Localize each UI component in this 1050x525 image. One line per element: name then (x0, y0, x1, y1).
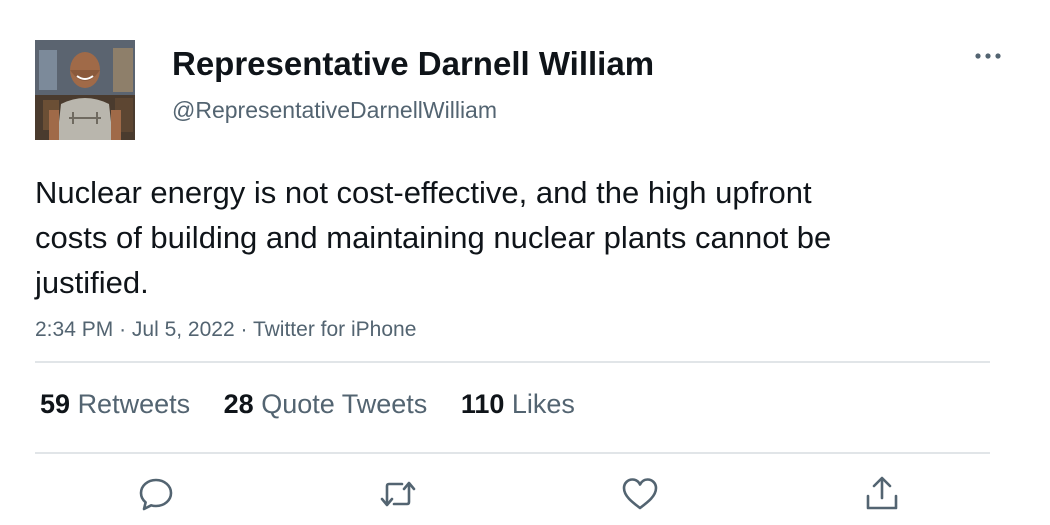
tweet-text: Nuclear energy is not cost-effective, an… (35, 175, 832, 300)
more-dots-icon (975, 53, 1001, 59)
tweet-source[interactable]: Twitter for iPhone (253, 318, 416, 341)
likes-label: Likes (511, 389, 575, 419)
reply-icon (139, 478, 173, 511)
tweet-actions (0, 474, 1050, 514)
user-handle[interactable]: @RepresentativeDarnellWilliam (172, 96, 497, 124)
retweets-stat[interactable]: 59 Retweets (40, 386, 190, 422)
like-icon (622, 478, 658, 510)
tweet-meta: 2:34 PM · Jul 5, 2022 · Twitter for iPho… (35, 316, 416, 344)
meta-separator: · (240, 318, 248, 341)
like-button[interactable] (620, 474, 660, 514)
retweets-count: 59 (40, 389, 71, 419)
avatar[interactable] (35, 40, 135, 140)
tweet-card: Representative Darnell William @Represen… (0, 0, 1050, 525)
retweet-icon (380, 481, 416, 507)
retweet-button[interactable] (378, 474, 418, 514)
likes-count: 110 (460, 389, 505, 419)
reply-button[interactable] (136, 474, 176, 514)
avatar-photo (35, 40, 135, 140)
divider (35, 452, 990, 454)
meta-separator: · (119, 318, 127, 341)
quote-tweets-count: 28 (223, 389, 254, 419)
quote-tweets-label: Quote Tweets (261, 389, 428, 419)
display-name[interactable]: Representative Darnell William (172, 44, 654, 84)
share-button[interactable] (862, 474, 902, 514)
tweet-date[interactable]: Jul 5, 2022 (132, 318, 235, 341)
quote-tweets-stat[interactable]: 28 Quote Tweets (224, 386, 428, 422)
tweet-stats: 59 Retweets 28 Quote Tweets 110 Likes (40, 386, 601, 422)
tweet-time[interactable]: 2:34 PM (35, 318, 113, 341)
more-options-button[interactable] (968, 42, 1008, 70)
divider (35, 361, 990, 363)
retweets-label: Retweets (77, 389, 191, 419)
share-icon (866, 476, 898, 510)
likes-stat[interactable]: 110 Likes (461, 386, 575, 422)
